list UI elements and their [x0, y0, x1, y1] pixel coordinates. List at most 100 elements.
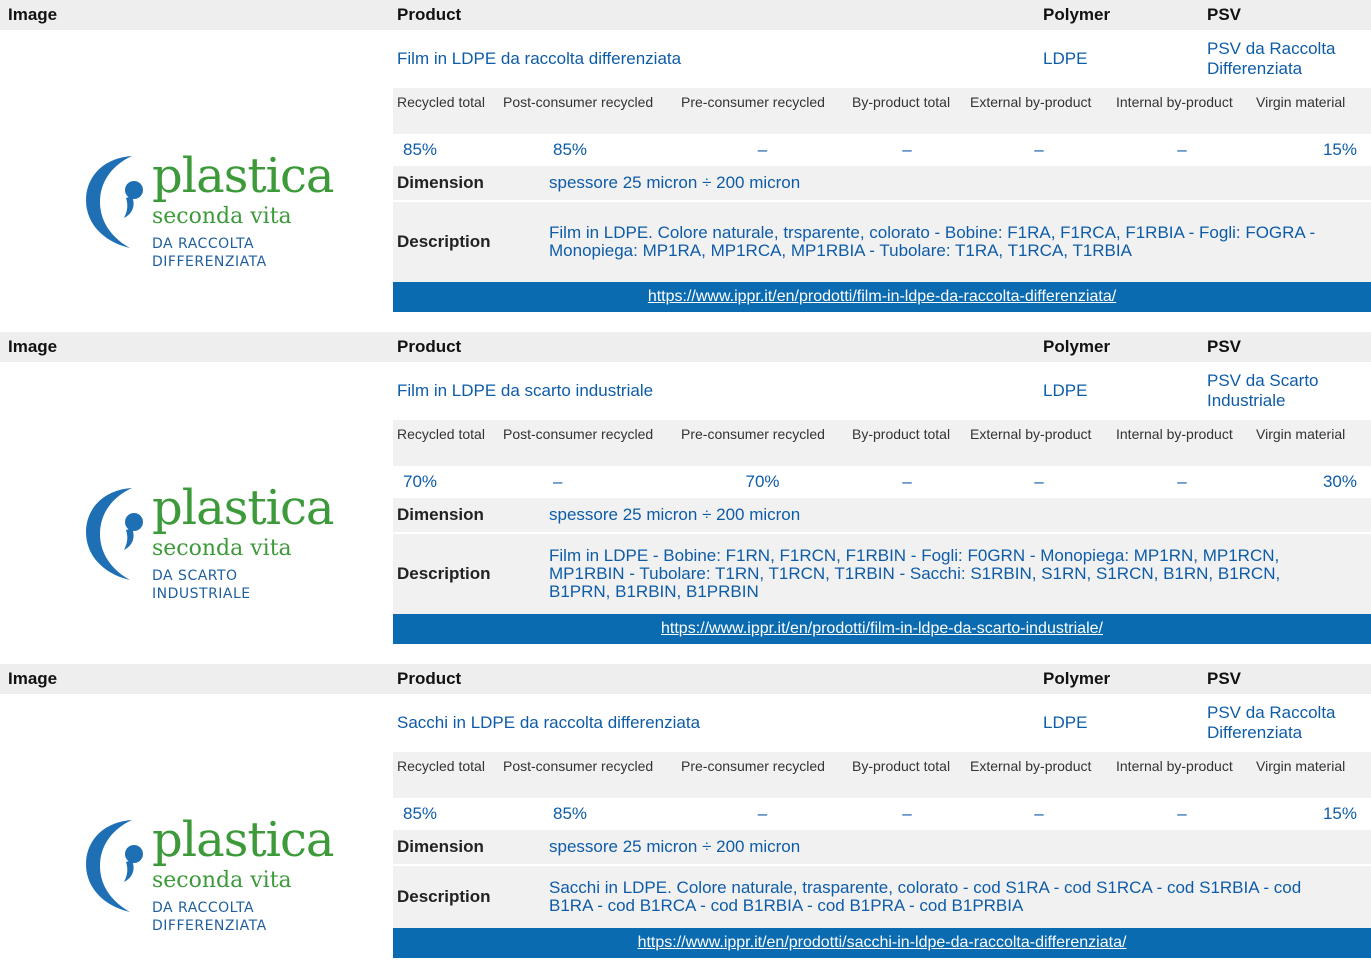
header-pre-consumer: Pre-consumer recycled: [681, 426, 825, 442]
header-internal-byproduct: Internal by-product: [1116, 758, 1233, 774]
header-pre-consumer: Pre-consumer recycled: [681, 94, 825, 110]
header-image: Image: [8, 337, 58, 356]
value-virgin-material: 15%: [1322, 140, 1357, 159]
value-recycled-total: 85%: [403, 804, 438, 823]
dimension-label: Dimension: [397, 837, 484, 856]
header-post-consumer: Post-consumer recycled: [503, 758, 654, 774]
dimension-label: Dimension: [397, 173, 484, 192]
product-url-link[interactable]: https://www.ippr.it/en/prodotti/film-in-…: [648, 288, 1116, 306]
product-name-link[interactable]: Sacchi in LDPE da raccolta differenziata: [393, 713, 1037, 733]
value-virgin-material: 30%: [1322, 472, 1357, 491]
percentage-header-row: Recycled total Post-consumer recycled Pr…: [393, 420, 1371, 466]
description-row: Description Film in LDPE. Colore natural…: [393, 200, 1371, 282]
header-post-consumer: Post-consumer recycled: [503, 94, 654, 110]
logo-swoosh-icon: [86, 488, 143, 580]
product-name-row: Film in LDPE da raccolta differenziata L…: [393, 30, 1371, 88]
logo-subtitle: seconda vita: [152, 868, 292, 893]
value-recycled-total: 70%: [403, 472, 438, 491]
url-bar: https://www.ippr.it/en/prodotti/film-in-…: [393, 282, 1371, 312]
url-bar: https://www.ippr.it/en/prodotti/film-in-…: [393, 614, 1371, 644]
table-header: Image Product Polymer PSV: [0, 664, 1371, 694]
value-external-byproduct: –: [1034, 140, 1044, 159]
table-header: Image Product Polymer PSV: [0, 332, 1371, 362]
value-virgin-material: 15%: [1322, 804, 1357, 823]
logo-word: plastica: [152, 480, 334, 536]
header-polymer: Polymer: [1043, 337, 1111, 356]
header-internal-byproduct: Internal by-product: [1116, 94, 1233, 110]
percentage-header-row: Recycled total Post-consumer recycled Pr…: [393, 752, 1371, 798]
logo-word: plastica: [152, 148, 334, 204]
value-external-byproduct: –: [1034, 804, 1044, 823]
dimension-label: Dimension: [397, 505, 484, 524]
percentage-values-row: 85% 85% – – – – 15%: [393, 798, 1371, 830]
header-pre-consumer: Pre-consumer recycled: [681, 758, 825, 774]
header-recycled-total: Recycled total: [397, 426, 485, 442]
header-byproduct-total: By-product total: [852, 758, 951, 774]
polymer-link[interactable]: LDPE: [1037, 381, 1203, 401]
product-name-row: Film in LDPE da scarto industriale LDPE …: [393, 362, 1371, 420]
product-image: plastica seconda vita DA RACCOLTA DIFFER…: [0, 694, 393, 974]
plastica-seconda-vita-logo: plastica seconda vita DA SCARTO INDUSTRI…: [72, 470, 334, 610]
logo-line-1: DA RACCOLTA: [152, 236, 255, 252]
polymer-link[interactable]: LDPE: [1037, 49, 1203, 69]
logo-subtitle: seconda vita: [152, 204, 292, 229]
header-product: Product: [397, 669, 462, 688]
description-row: Description Film in LDPE - Bobine: F1RN,…: [393, 532, 1371, 614]
header-virgin-material: Virgin material: [1256, 758, 1346, 774]
product-name-row: Sacchi in LDPE da raccolta differenziata…: [393, 694, 1371, 752]
value-pre-consumer: –: [757, 140, 768, 159]
description-label: Description: [397, 232, 491, 251]
product-name-link[interactable]: Film in LDPE da raccolta differenziata: [393, 49, 1037, 69]
logo-line-2: DIFFERENZIATA: [152, 254, 267, 270]
dimension-value: spessore 25 micron ÷ 200 micron: [549, 837, 801, 856]
description-label: Description: [397, 887, 491, 906]
logo-word: plastica: [152, 812, 334, 868]
product-card: Image Product Polymer PSV plastica secon…: [0, 0, 1371, 332]
header-polymer: Polymer: [1043, 669, 1111, 688]
percentage-header-row: Recycled total Post-consumer recycled Pr…: [393, 88, 1371, 134]
value-external-byproduct: –: [1034, 472, 1044, 491]
header-external-byproduct: External by-product: [970, 426, 1092, 442]
product-list: Image Product Polymer PSV plastica secon…: [0, 0, 1371, 974]
url-bar: https://www.ippr.it/en/prodotti/sacchi-i…: [393, 928, 1371, 958]
plastica-seconda-vita-logo: plastica seconda vita DA RACCOLTA DIFFER…: [72, 802, 334, 942]
header-recycled-total: Recycled total: [397, 758, 485, 774]
dimension-row: Dimension spessore 25 micron ÷ 200 micro…: [393, 166, 1371, 200]
dimension-value: spessore 25 micron ÷ 200 micron: [549, 173, 801, 192]
header-byproduct-total: By-product total: [852, 94, 951, 110]
percentage-values-row: 70% – 70% – – – 30%: [393, 466, 1371, 498]
header-product: Product: [397, 5, 462, 24]
product-url-link[interactable]: https://www.ippr.it/en/prodotti/film-in-…: [661, 620, 1103, 638]
product-card: Image Product Polymer PSV plastica secon…: [0, 664, 1371, 974]
plastica-seconda-vita-logo: plastica seconda vita DA RACCOLTA DIFFER…: [72, 138, 334, 278]
header-external-byproduct: External by-product: [970, 758, 1092, 774]
logo-line-1: DA SCARTO: [152, 568, 238, 584]
value-pre-consumer: –: [757, 804, 768, 823]
product-image: plastica seconda vita DA SCARTO INDUSTRI…: [0, 362, 393, 664]
value-post-consumer: 85%: [553, 140, 588, 159]
polymer-link[interactable]: LDPE: [1037, 713, 1203, 733]
product-name-link[interactable]: Film in LDPE da scarto industriale: [393, 381, 1037, 401]
header-recycled-total: Recycled total: [397, 94, 485, 110]
value-post-consumer: 85%: [553, 804, 588, 823]
logo-line-2: DIFFERENZIATA: [152, 918, 267, 934]
header-byproduct-total: By-product total: [852, 426, 951, 442]
description-label: Description: [397, 564, 491, 583]
logo-line-2: INDUSTRIALE: [152, 586, 251, 602]
header-virgin-material: Virgin material: [1256, 426, 1346, 442]
product-url-link[interactable]: https://www.ippr.it/en/prodotti/sacchi-i…: [638, 934, 1127, 952]
value-pre-consumer: 70%: [745, 472, 780, 491]
product-card: Image Product Polymer PSV plastica secon…: [0, 332, 1371, 664]
psv-link[interactable]: PSV da Raccolta Differenziata: [1203, 39, 1371, 79]
description-value: Film in LDPE. Colore naturale, trsparent…: [549, 223, 1316, 260]
psv-link[interactable]: PSV da Scarto Industriale: [1203, 371, 1371, 411]
header-internal-byproduct: Internal by-product: [1116, 426, 1233, 442]
percentage-values-row: 85% 85% – – – – 15%: [393, 134, 1371, 166]
header-psv: PSV: [1207, 337, 1242, 356]
header-psv: PSV: [1207, 5, 1242, 24]
value-byproduct-total: –: [902, 140, 912, 159]
value-internal-byproduct: –: [1177, 140, 1187, 159]
psv-link[interactable]: PSV da Raccolta Differenziata: [1203, 703, 1371, 743]
header-external-byproduct: External by-product: [970, 94, 1092, 110]
value-recycled-total: 85%: [403, 140, 438, 159]
